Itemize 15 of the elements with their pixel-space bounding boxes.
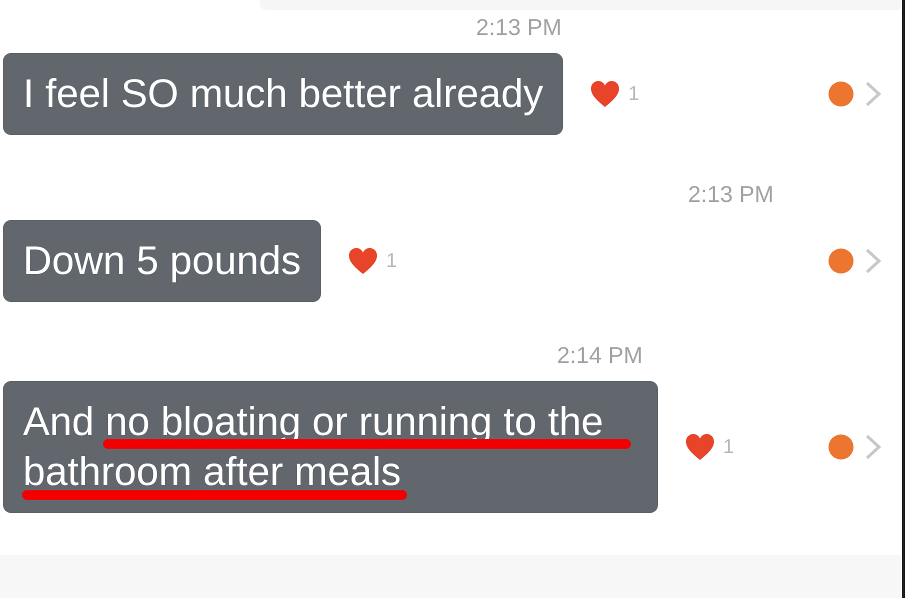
like-count: 1: [628, 82, 640, 107]
status-dot: [828, 81, 854, 107]
heart-icon[interactable]: [685, 433, 715, 461]
like-count: 1: [386, 249, 398, 274]
timestamp: 2:14 PM: [557, 342, 643, 368]
message-bubble: I feel SO much better already: [3, 53, 564, 135]
timestamp: 2:13 PM: [476, 14, 562, 40]
message-bubble: And no bloating or running to the bathroom after meals: [3, 381, 658, 513]
heart-icon[interactable]: [590, 80, 620, 108]
heart-icon[interactable]: [348, 247, 378, 275]
status-dot: [828, 248, 854, 274]
timestamp: 2:13 PM: [688, 181, 774, 207]
status-dot: [828, 434, 854, 460]
message-bubble: Down 5 pounds: [3, 220, 321, 302]
like-count: 1: [723, 435, 734, 460]
